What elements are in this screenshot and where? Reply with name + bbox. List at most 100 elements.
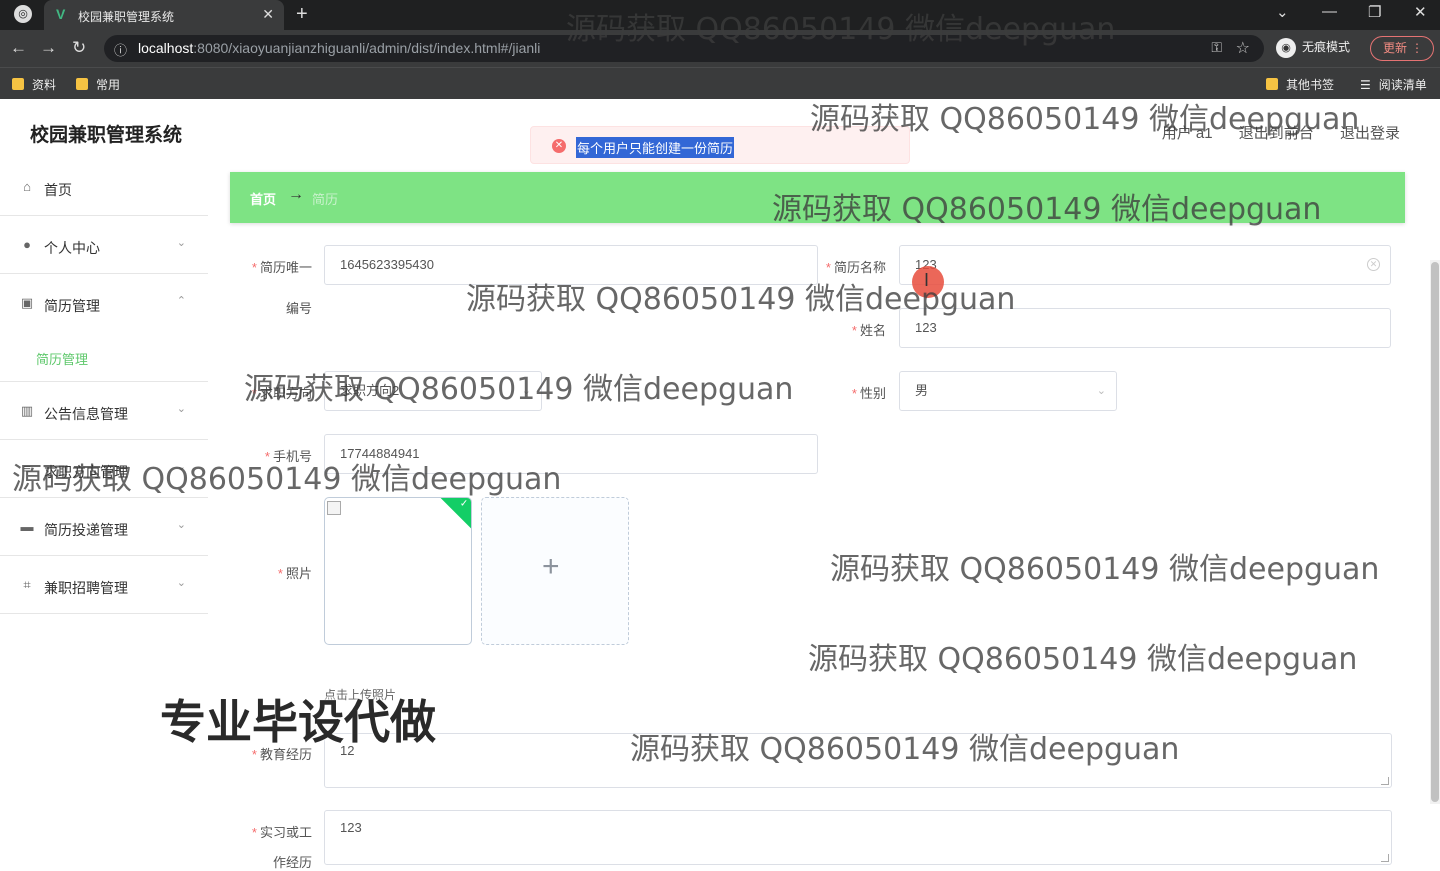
app-title: 校园兼职管理系统 [30,124,183,146]
update-button[interactable]: 更新 ⋮ [1370,36,1434,61]
phone-label: * 手机号 [264,449,312,464]
sidebar-item-profile[interactable]: ● 个人中心 ⌄ [0,218,208,274]
browser-tab-bar: ◎ V 校园兼职管理系统 ✕ + ⌄ — ❐ ✕ [0,0,1440,30]
toast-message: 每个用户只能创建一份简历 [576,137,735,158]
sidebar-item-resume[interactable]: ▣ 简历管理 ⌃ [0,276,208,332]
chevron-down-icon: ⌄ [176,577,186,589]
sidebar: ⌂ 首页 ● 个人中心 ⌄ ▣ 简历管理 ⌃ 简历管理 ▥ 公告信息管理 ⌄ ≡… [0,160,208,864]
chevron-down-icon: ⌄ [176,461,186,473]
reading-list-icon: ☰ [1360,78,1371,92]
tab-search-icon[interactable]: ⌄ [1276,3,1289,21]
other-bookmarks[interactable]: 其他书签 [1266,76,1334,93]
update-label: 更新 [1383,41,1408,55]
bookmark-folder[interactable]: 资料 [12,76,56,93]
back-to-front-link[interactable]: 退出到前台 [1239,125,1314,142]
chevron-up-icon: ⌃ [176,295,186,307]
page-scrollbar-thumb[interactable] [1431,262,1439,802]
photo-label: * 照片 [277,566,312,581]
home-icon: ⌂ [23,179,31,194]
user-icon: ● [23,237,31,252]
chart-icon: ▥ [20,403,34,418]
reading-list[interactable]: ☰ 阅读清单 [1360,76,1427,93]
sidebar-subitem-resume[interactable]: 简历管理 [0,332,208,382]
bookmark-star-icon[interactable]: ☆ [1236,38,1250,58]
url-host: localhost [138,40,194,56]
chevron-down-icon: ⌄ [521,385,531,397]
resume-id-input[interactable]: 1645623395430 [324,245,818,285]
site-info-icon[interactable]: ⓘ [114,40,127,59]
url-input[interactable]: ⓘ localhost:8080/xiaoyuanjianzhiguanli/a… [104,35,1264,62]
direction-value: 求职方向2 [340,383,400,398]
more-menu-icon[interactable]: ⋮ [1411,37,1423,60]
broken-image-icon [327,501,341,515]
upload-photo-button[interactable]: + [481,497,629,645]
browser-logo-icon: ◎ [14,5,32,23]
education-textarea[interactable]: 12 [324,733,1392,788]
vue-favicon-icon: V [56,6,66,22]
incognito-icon: ◉ [1276,38,1296,58]
sidebar-item-home[interactable]: ⌂ 首页 [0,160,208,216]
chevron-down-icon: ⌄ [176,519,186,531]
browser-tab[interactable]: V 校园兼职管理系统 ✕ [44,0,284,30]
sidebar-item-jobs[interactable]: ⌗ 兼职招聘管理 ⌄ [0,558,208,614]
folder-icon [76,78,88,90]
check-icon: ✓ [459,498,469,510]
uploaded-photo[interactable]: ✓ [324,497,472,645]
bookmark-folder[interactable]: 常用 [76,76,120,93]
url-path: :8080/xiaoyuanjianzhiguanli/admin/dist/i… [193,40,541,56]
direction-label: * 求职方向 [251,386,312,401]
crop-icon: ⌗ [23,577,31,592]
error-icon: ✕ [552,139,566,153]
tab-title: 校园兼职管理系统 [78,10,175,24]
upload-success-badge: ✓ [439,498,471,530]
resume-id-label: * 简历唯一 [251,260,312,275]
resize-handle-icon[interactable] [1381,777,1389,785]
gender-select[interactable]: 男 ⌄ [899,371,1117,411]
user-label: 用户 a1 [1161,125,1213,142]
chevron-down-icon: ⌄ [176,237,186,249]
reload-icon[interactable]: ↻ [72,38,86,58]
clear-input-icon[interactable]: ✕ [1367,258,1380,271]
phone-input[interactable]: 17744884941 [324,434,818,474]
breadcrumb: 首页 → 简历 [230,172,1405,223]
message-icon: ▬ [20,519,34,534]
text-cursor-icon: I [924,270,930,290]
chevron-down-icon: ⌄ [1096,385,1106,397]
restore-icon[interactable]: ❐ [1368,3,1381,21]
error-toast: ✕ 每个用户只能创建一份简历 [530,126,910,164]
breadcrumb-current: 简历 [312,192,339,207]
resize-handle-icon[interactable] [1381,854,1389,862]
gender-value: 男 [915,383,929,398]
sidebar-item-notices[interactable]: ▥ 公告信息管理 ⌄ [0,384,208,440]
direction-select[interactable]: 求职方向2 ⌄ [324,371,542,411]
name-label: * 姓名 [851,323,886,338]
new-tab-icon[interactable]: + [296,3,308,26]
incognito-label: 无痕模式 [1302,40,1351,55]
breadcrumb-home[interactable]: 首页 [250,189,276,208]
plus-icon: + [542,550,560,583]
close-tab-icon[interactable]: ✕ [262,6,274,23]
incognito-indicator[interactable]: ◉ 无痕模式 [1276,38,1350,58]
resume-name-label: * 简历名称 [825,260,886,275]
resume-id-label-line2: 编号 [285,301,312,316]
folder-icon [12,78,24,90]
sidebar-item-submissions[interactable]: ▬ 简历投递管理 ⌄ [0,500,208,556]
list-icon: ≡ [23,461,31,476]
gender-label: * 性别 [851,386,886,401]
resume-name-input[interactable]: 123 ✕ [899,245,1391,285]
picture-icon: ▣ [20,295,34,310]
minimize-icon[interactable]: — [1322,3,1337,20]
work-textarea[interactable]: 123 [324,810,1392,865]
bookmarks-bar: 资料 常用 其他书签 ☰ 阅读清单 [0,67,1440,99]
forward-icon[interactable]: → [40,38,57,58]
password-key-icon[interactable]: ⚿ [1211,39,1222,56]
chevron-down-icon: ⌄ [176,403,186,415]
close-window-icon[interactable]: ✕ [1414,3,1427,21]
back-icon[interactable]: ← [10,38,27,58]
sidebar-item-direction[interactable]: ≡ 求职方向管理 ⌄ [0,442,208,498]
top-links: 用户 a1 退出到前台 退出登录 [1140,122,1400,143]
work-label: * 实习或工 [251,825,312,840]
logout-link[interactable]: 退出登录 [1340,125,1400,142]
address-bar-row: ← → ↻ ⓘ localhost:8080/xiaoyuanjianzhigu… [0,30,1440,67]
name-input[interactable]: 123 [899,308,1391,348]
